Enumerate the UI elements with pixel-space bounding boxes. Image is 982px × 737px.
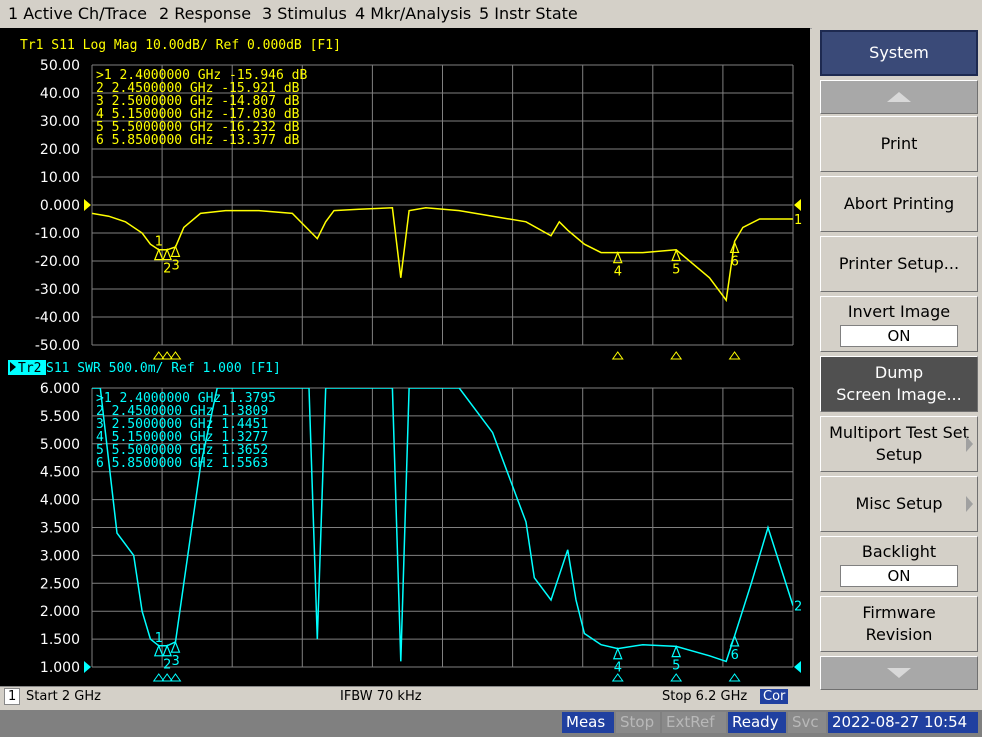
marker-axis-icon xyxy=(670,351,683,360)
channel-number: 1 xyxy=(4,688,21,705)
status-stop: Stop xyxy=(616,712,660,733)
measurement-display: Tr1 S11 Log Mag 10.00dB/ Ref 0.000dB [F1… xyxy=(0,28,810,686)
backlight-value: ON xyxy=(840,565,958,587)
tr1-ytick-label: 0.000 xyxy=(40,198,80,214)
marker-label: 2 xyxy=(163,658,171,673)
invert-image-button[interactable]: Invert Image ON xyxy=(820,296,978,352)
tr2-ref-left-icon xyxy=(84,661,91,673)
marker-triangle-icon xyxy=(153,248,164,261)
menu-response[interactable]: 2 Response xyxy=(159,4,251,23)
submenu-arrow-icon xyxy=(966,436,973,452)
tr2-ytick-label: 3.000 xyxy=(40,548,80,564)
tr2-trace-end-label: 2 xyxy=(794,600,802,615)
invert-image-value: ON xyxy=(840,325,958,347)
status-datetime: 2022-08-27 10:54 xyxy=(828,712,978,733)
print-button[interactable]: Print xyxy=(820,116,978,172)
marker-triangle-icon xyxy=(729,240,740,254)
menu-stimulus[interactable]: 3 Stimulus xyxy=(262,4,347,23)
marker-triangle-icon xyxy=(153,644,164,657)
multiport-test-set-setup-button[interactable]: Multiport Test Set Setup xyxy=(820,416,978,472)
marker-axis-icon xyxy=(670,673,683,682)
start-frequency[interactable]: Start 2 GHz xyxy=(26,689,101,704)
tr1-ytick-label: -50.00 xyxy=(35,338,80,354)
marker-triangle-icon xyxy=(162,644,172,657)
marker-axis-icon xyxy=(728,673,741,682)
backlight-button[interactable]: Backlight ON xyxy=(820,536,978,592)
tr1-ytick-label: -20.00 xyxy=(35,254,80,270)
firmware-revision-button[interactable]: Firmware Revision xyxy=(820,596,978,652)
marker-triangle-icon xyxy=(729,634,740,647)
menu-bar: 1 Active Ch/Trace 2 Response 3 Stimulus … xyxy=(0,0,982,29)
correction-badge: Cor xyxy=(760,689,789,704)
dump-screen-image-button[interactable]: Dump Screen Image... xyxy=(820,356,978,412)
marker-label: 5 xyxy=(672,262,680,277)
marker-axis-icon xyxy=(611,351,624,360)
marker-triangle-icon xyxy=(671,645,682,658)
tr2-ytick-label: 1.000 xyxy=(40,660,80,676)
instrument-status-bar: Meas Stop ExtRef Ready Svc 2022-08-27 10… xyxy=(0,710,982,737)
tr2-ytick-label: 1.500 xyxy=(40,632,80,648)
down-arrow-icon xyxy=(887,668,911,678)
marker-label: 3 xyxy=(171,258,179,273)
tr1-marker-readout: 6 5.8500000 GHz -13.377 dB xyxy=(96,133,300,148)
softkey-title-system: System xyxy=(820,30,978,76)
marker-label: 1 xyxy=(155,235,163,250)
tr2-tag-text: Tr2 xyxy=(18,361,41,376)
tr1-ytick-label: -40.00 xyxy=(35,310,80,326)
tr1-header: Tr1 S11 Log Mag 10.00dB/ Ref 0.000dB [F1… xyxy=(20,38,341,53)
marker-label: 3 xyxy=(171,654,179,669)
softkey-panel: System Print Abort Printing Printer Setu… xyxy=(812,28,982,713)
tr1-ytick-label: 20.00 xyxy=(40,142,80,158)
up-arrow-icon xyxy=(887,92,911,102)
tr2-ytick-label: 5.500 xyxy=(40,409,80,425)
tr2-ytick-label: 3.500 xyxy=(40,521,80,537)
tr1-ytick-label: 40.00 xyxy=(40,86,80,102)
marker-label: 2 xyxy=(163,262,171,277)
tr2-ytick-label: 2.500 xyxy=(40,576,80,592)
abort-printing-button[interactable]: Abort Printing xyxy=(820,176,978,232)
marker-triangle-icon xyxy=(612,647,623,660)
status-meas: Meas xyxy=(562,712,614,733)
tr2-marker-readout: 6 5.8500000 GHz 1.5563 xyxy=(96,456,268,471)
stop-frequency[interactable]: Stop 6.2 GHz xyxy=(662,689,747,704)
marker-label: 6 xyxy=(731,648,739,663)
trace-plot: Tr1 S11 Log Mag 10.00dB/ Ref 0.000dB [F1… xyxy=(8,38,802,682)
menu-mkr-analysis[interactable]: 4 Mkr/Analysis xyxy=(355,4,471,23)
ifbw[interactable]: IFBW 70 kHz xyxy=(340,689,422,704)
status-ready: Ready xyxy=(728,712,786,733)
tr1-ytick-label: 50.00 xyxy=(40,58,80,74)
tr2-ytick-label: 5.000 xyxy=(40,437,80,453)
marker-label: 1 xyxy=(155,631,163,646)
channel-status-bar: 1 Start 2 GHz IFBW 70 kHz Stop 6.2 GHz C… xyxy=(0,686,810,707)
menu-instr-state[interactable]: 5 Instr State xyxy=(479,4,578,23)
tr2-header: S11 SWR 500.0m/ Ref 1.000 [F1] xyxy=(46,361,281,376)
status-svc: Svc xyxy=(788,712,826,733)
marker-label: 6 xyxy=(731,254,739,269)
printer-setup-button[interactable]: Printer Setup... xyxy=(820,236,978,292)
scroll-down-button[interactable] xyxy=(820,656,978,690)
tr2-ytick-label: 4.000 xyxy=(40,493,80,509)
misc-setup-button[interactable]: Misc Setup xyxy=(820,476,978,532)
tr1-ytick-label: 30.00 xyxy=(40,114,80,130)
tr2-ytick-label: 2.000 xyxy=(40,604,80,620)
tr1-ref-right-icon xyxy=(794,199,801,211)
marker-label: 5 xyxy=(672,659,680,674)
marker-triangle-icon xyxy=(162,247,172,261)
tr1-trace-end-label: 1 xyxy=(794,213,802,228)
submenu-arrow-icon xyxy=(966,496,973,512)
tr1-ref-left-icon xyxy=(84,199,91,211)
menu-active-ch-trace[interactable]: 1 Active Ch/Trace xyxy=(8,4,147,23)
scroll-up-button[interactable] xyxy=(820,80,978,114)
tr2-ref-right-icon xyxy=(794,661,801,673)
tr1-ytick-label: 10.00 xyxy=(40,170,80,186)
marker-label: 4 xyxy=(614,265,622,280)
tr1-ytick-label: -10.00 xyxy=(35,226,80,242)
tr2-ytick-label: 4.500 xyxy=(40,465,80,481)
marker-axis-icon xyxy=(728,351,741,360)
tr1-ytick-label: -30.00 xyxy=(35,282,80,298)
status-extref: ExtRef xyxy=(662,712,726,733)
tr2-ytick-label: 6.000 xyxy=(40,381,80,397)
